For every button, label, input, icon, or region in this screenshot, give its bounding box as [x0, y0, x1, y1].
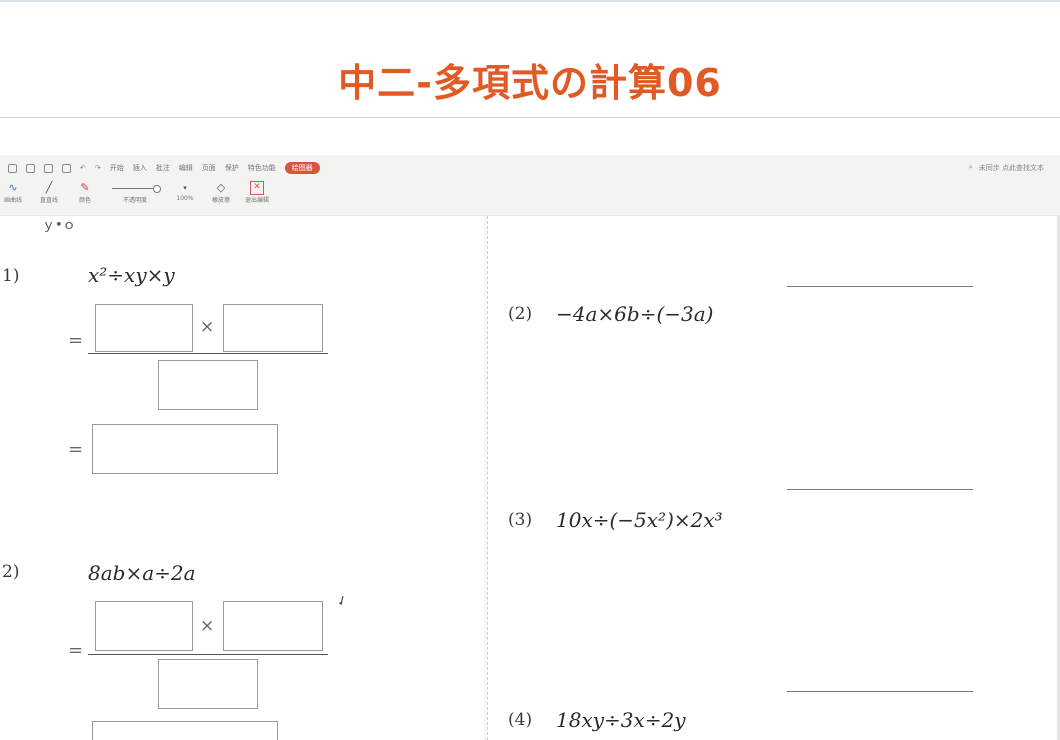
redo-icon[interactable]: ↷ — [95, 164, 101, 172]
eraser-icon: ◇ — [216, 181, 226, 194]
menu-protect[interactable]: 保护 — [225, 163, 239, 173]
answer-line-3[interactable] — [787, 489, 973, 490]
curve-tool-label: 画曲线 — [3, 197, 22, 204]
open-file-icon[interactable] — [26, 163, 35, 173]
problem-2-number: 2) — [2, 562, 20, 582]
menu-annotate[interactable]: 批注 — [156, 163, 170, 173]
answer-box-result[interactable] — [92, 721, 278, 740]
zoom-tool[interactable]: ▾ 100% — [172, 181, 198, 202]
save-icon[interactable] — [44, 163, 53, 173]
exit-edit-label: 退出编辑 — [244, 197, 269, 204]
close-icon: ✕ — [250, 181, 264, 195]
draw-tools-row: ∿ 画曲线 ╱ 直直线 ✎ 颜色 不透明度 ▾ 100% ◇ 橡皮擦 ✕ 退出编… — [0, 181, 270, 209]
answer-box-denominator[interactable] — [158, 659, 258, 709]
undo-icon[interactable]: ↶ — [80, 164, 86, 172]
toolbar-menu-row: ↶ ↷ 开始 插入 批注 编辑 页面 保护 特色功能 绘图器 — [8, 161, 320, 175]
zoom-icon: ▾ — [183, 184, 187, 192]
fraction-bar — [88, 353, 328, 354]
opacity-tool[interactable]: 不透明度 — [108, 181, 162, 204]
problem-1-number: 1) — [2, 266, 20, 286]
color-tool-label: 颜色 — [78, 197, 91, 204]
search-icon[interactable]: ⌕ — [969, 163, 973, 173]
eraser-label: 橡皮擦 — [211, 197, 230, 204]
menu-start[interactable]: 开始 — [110, 163, 124, 173]
eraser-tool[interactable]: ◇ 橡皮擦 — [208, 181, 234, 204]
answer-box-numerator-1[interactable] — [95, 601, 193, 651]
menu-page[interactable]: 页面 — [202, 163, 216, 173]
print-icon[interactable] — [62, 163, 71, 173]
fraction-bar — [88, 654, 328, 655]
opacity-label: 不透明度 — [122, 197, 147, 204]
problem-4-expression: 18xy÷3x÷2y — [556, 708, 686, 732]
answer-box-result[interactable] — [92, 424, 278, 474]
pen-color-icon: ✎ — [80, 181, 90, 194]
times-sign: × — [200, 616, 215, 636]
new-file-icon[interactable] — [8, 163, 17, 173]
menu-edit[interactable]: 编辑 — [179, 163, 193, 173]
page-title: 中二-多項式の計算06 — [338, 61, 722, 105]
editor-toolbar: ↶ ↷ 开始 插入 批注 编辑 页面 保护 特色功能 绘图器 ⌕ 未同步 点此查… — [0, 155, 1060, 216]
exit-edit-tool[interactable]: ✕ 退出编辑 — [244, 181, 270, 204]
problem-3-number: (3) — [508, 510, 533, 530]
problem-2-number: (2) — [508, 304, 533, 324]
answer-line-4[interactable] — [787, 691, 973, 692]
pen-mark: ✓ — [334, 592, 351, 611]
line-tool-label: 直直线 — [39, 197, 58, 204]
problem-4-number: (4) — [508, 710, 533, 730]
answer-line-2[interactable] — [787, 286, 973, 287]
toolbar-right: ⌕ 未同步 点此查找文本 — [969, 163, 1044, 173]
top-border — [0, 0, 1060, 2]
problem-1-expression: x²÷xy×y — [88, 263, 175, 287]
toolbar-right-text[interactable]: 未同步 点此查找文本 — [979, 163, 1044, 173]
answer-box-numerator-2[interactable] — [223, 304, 323, 352]
line-tool[interactable]: ╱ 直直线 — [36, 181, 62, 204]
color-tool[interactable]: ✎ 颜色 — [72, 181, 98, 204]
problem-3-expression: 10x÷(−5x²)×2x³ — [556, 508, 723, 532]
tab-draw-active[interactable]: 绘图器 — [284, 162, 320, 174]
menu-insert[interactable]: 插入 — [133, 163, 147, 173]
zoom-value: 100% — [176, 195, 194, 202]
title-divider — [0, 117, 1060, 118]
times-sign: × — [200, 317, 215, 337]
curve-icon: ∿ — [8, 181, 18, 194]
line-icon: ╱ — [45, 181, 53, 194]
left-worksheet-page: ｙ•ｏ 1) x²÷xy×y = × = ✓ 2) 8ab×a÷2a = × — [0, 216, 484, 740]
opacity-slider[interactable] — [112, 185, 161, 193]
right-worksheet-page: (2) −4a×6b÷(−3a) (3) 10x÷(−5x²)×2x³ (4) … — [487, 216, 1058, 740]
curve-tool[interactable]: ∿ 画曲线 — [0, 181, 26, 204]
answer-box-numerator-2[interactable] — [223, 601, 323, 651]
problem-2-expression: −4a×6b÷(−3a) — [556, 302, 714, 326]
problem-1-equals-2: = — [68, 439, 84, 460]
answer-box-numerator-1[interactable] — [95, 304, 193, 352]
problem-2-expression: 8ab×a÷2a — [88, 561, 196, 585]
problem-1-equals: = — [68, 330, 84, 351]
problem-2-equals: = — [68, 640, 84, 661]
answer-box-denominator[interactable] — [158, 360, 258, 410]
pdf-editor-screenshot: ↶ ↷ 开始 插入 批注 编辑 页面 保护 特色功能 绘图器 ⌕ 未同步 点此查… — [0, 155, 1060, 740]
menu-features[interactable]: 特色功能 — [248, 163, 276, 173]
cut-off-text: ｙ•ｏ — [42, 218, 76, 233]
